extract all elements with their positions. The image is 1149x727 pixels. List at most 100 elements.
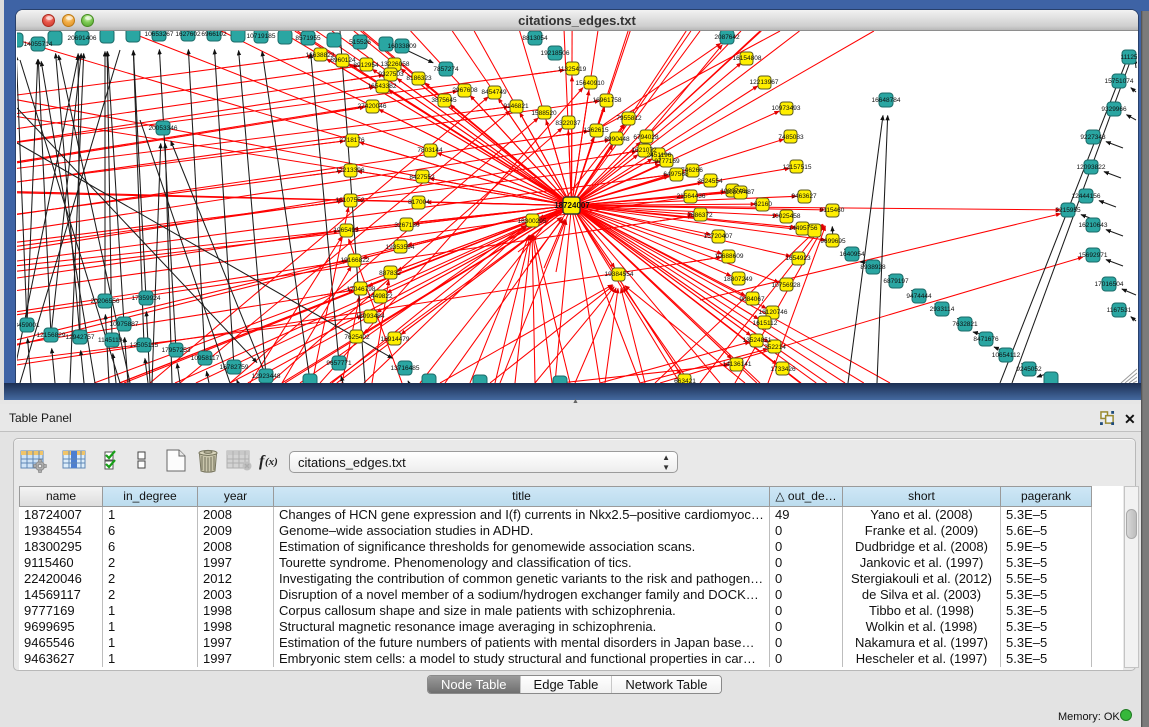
svg-text:9699695: 9699695: [820, 238, 846, 245]
svg-text:2933114: 2933114: [930, 306, 955, 313]
svg-text:15640910: 15640910: [576, 80, 605, 87]
svg-text:8571955: 8571955: [295, 35, 321, 42]
svg-text:8322037: 8322037: [555, 120, 581, 127]
svg-text:3624554: 3624554: [697, 178, 723, 185]
svg-text:9657771: 9657771: [326, 360, 352, 367]
svg-text:817004: 817004: [408, 199, 430, 206]
svg-text:19353594: 19353594: [386, 244, 415, 251]
svg-text:252214: 252214: [764, 344, 786, 351]
svg-text:9084067: 9084067: [739, 296, 765, 303]
svg-text:2718176: 2718176: [339, 137, 365, 144]
svg-text:13226058: 13226058: [381, 61, 410, 68]
svg-text:17359924: 17359924: [132, 295, 161, 302]
svg-text:12444156: 12444156: [1072, 193, 1101, 200]
svg-text:19384554: 19384554: [605, 271, 634, 278]
svg-text:3215955: 3215955: [1055, 207, 1081, 214]
svg-text:16782759: 16782759: [220, 364, 249, 371]
svg-text:16543382: 16543382: [368, 83, 397, 90]
svg-text:10973493: 10973493: [772, 105, 801, 112]
svg-text:18300295: 18300295: [518, 218, 547, 225]
svg-text:9329966: 9329966: [1101, 106, 1127, 113]
svg-text:62160: 62160: [754, 201, 772, 208]
svg-text:7955812: 7955812: [616, 115, 642, 122]
svg-text:20053346: 20053346: [149, 125, 178, 132]
svg-text:20206556: 20206556: [91, 298, 120, 305]
svg-text:15751074: 15751074: [1105, 78, 1134, 85]
svg-text:8813054: 8813054: [522, 35, 548, 42]
svg-text:1167531: 1167531: [1107, 307, 1132, 314]
svg-text:17046798: 17046798: [347, 286, 376, 293]
svg-text:20691406: 20691406: [68, 35, 97, 42]
svg-text:14495756: 14495756: [789, 225, 818, 232]
svg-text:12505115: 12505115: [130, 342, 159, 349]
svg-text:9245052: 9245052: [1016, 366, 1042, 373]
svg-text:18807249: 18807249: [724, 276, 753, 283]
svg-text:9327503: 9327503: [378, 71, 404, 78]
svg-text:8990448: 8990448: [604, 136, 630, 143]
svg-text:7857274: 7857274: [433, 66, 459, 73]
svg-text:17016504: 17016504: [1095, 281, 1124, 288]
svg-text:9463627: 9463627: [791, 193, 817, 200]
svg-text:1449822: 1449822: [367, 293, 393, 300]
svg-text:12213396: 12213396: [336, 167, 365, 174]
svg-text:15692971: 15692971: [1079, 252, 1108, 259]
svg-text:16648784: 16648784: [872, 97, 901, 104]
svg-text:8459001: 8459001: [17, 322, 40, 329]
svg-text:2967608: 2967608: [452, 87, 478, 94]
svg-text:19166822: 19166822: [341, 257, 370, 264]
svg-text:16154808: 16154808: [733, 55, 762, 62]
svg-text:1627602: 1627602: [175, 31, 201, 38]
svg-text:(x): (x): [265, 456, 278, 468]
svg-text:8960124: 8960124: [330, 57, 356, 64]
svg-text:16120746: 16120746: [759, 309, 788, 316]
svg-text:8471676: 8471676: [973, 336, 999, 343]
svg-text:18724007: 18724007: [554, 201, 590, 210]
svg-text:6794028: 6794028: [633, 134, 659, 141]
svg-text:14136141: 14136141: [723, 361, 752, 368]
svg-text:10688609: 10688609: [715, 253, 744, 260]
svg-text:9115460: 9115460: [820, 207, 845, 214]
svg-text:13716485: 13716485: [391, 365, 420, 372]
svg-text:7886372: 7886372: [687, 212, 713, 219]
svg-text:1733426: 1733426: [770, 366, 796, 373]
svg-text:27420046: 27420046: [358, 103, 387, 110]
svg-text:1588520: 1588520: [531, 110, 557, 117]
svg-text:2087642: 2087642: [714, 34, 740, 41]
svg-text:887832: 887832: [379, 270, 401, 277]
svg-text:16210643: 16210643: [1079, 222, 1108, 229]
svg-text:1654923: 1654923: [785, 255, 811, 262]
svg-text:16961758: 16961758: [593, 97, 622, 104]
svg-text:3875645: 3875645: [431, 97, 457, 104]
svg-text:16093484: 16093484: [356, 313, 385, 320]
svg-text:12923448: 12923448: [252, 373, 281, 380]
svg-text:10975887: 10975887: [110, 321, 139, 328]
svg-text:1640954: 1640954: [839, 251, 865, 258]
svg-text:16914479: 16914479: [381, 336, 410, 343]
svg-text:21564436: 21564436: [677, 193, 706, 200]
svg-text:9474444: 9474444: [906, 293, 932, 300]
svg-text:10958117: 10958117: [191, 355, 220, 362]
svg-text:8912954: 8912954: [353, 62, 379, 69]
svg-text:3267130: 3267130: [394, 222, 420, 229]
svg-text:10654112: 10654112: [992, 352, 1021, 359]
svg-text:16107552: 16107552: [336, 197, 365, 204]
svg-text:10807487: 10807487: [726, 189, 755, 196]
svg-text:12156829: 12156829: [37, 332, 66, 339]
svg-text:17957253: 17957253: [162, 347, 191, 354]
svg-text:11325419: 11325419: [558, 66, 587, 73]
svg-text:10025458: 10025458: [772, 213, 801, 220]
svg-text:515526: 515526: [349, 39, 371, 46]
svg-text:12093822: 12093822: [1077, 164, 1106, 171]
svg-text:7632821: 7632821: [952, 321, 978, 328]
svg-text:8186323: 8186323: [406, 75, 432, 82]
svg-text:13524851: 13524851: [743, 337, 772, 344]
svg-text:1615112: 1615112: [753, 320, 778, 327]
svg-text:12157515: 12157515: [783, 164, 812, 171]
svg-text:10756928: 10756928: [772, 282, 801, 289]
svg-text:12942757: 12942757: [66, 334, 95, 341]
svg-text:12213967: 12213967: [750, 79, 779, 86]
svg-text:10719185: 10719185: [247, 33, 276, 40]
svg-text:6966102: 6966102: [201, 31, 227, 38]
svg-text:1362615: 1362615: [583, 127, 609, 134]
svg-text:8938928: 8938928: [860, 264, 886, 271]
